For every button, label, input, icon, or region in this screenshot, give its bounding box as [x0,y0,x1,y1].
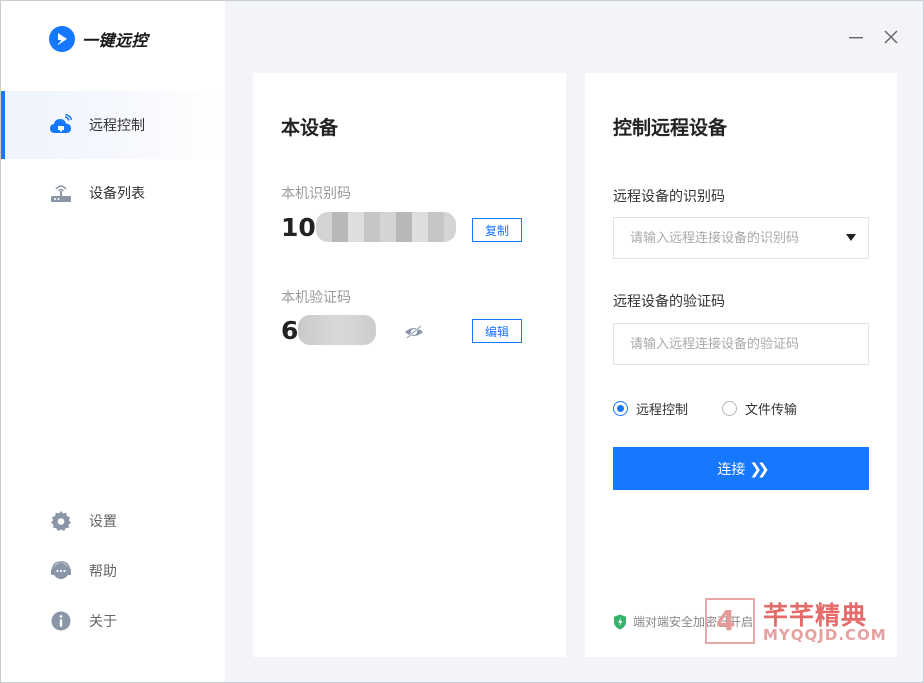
watermark-logo-icon: 4 [705,598,755,644]
watermark-subtitle: MYQQJD.COM [763,626,887,644]
sidebar-item-label: 关于 [89,614,117,630]
radio-label: 远程控制 [636,403,689,418]
app-logo: 一键远控 [49,25,148,53]
sidebar-item-label: 设置 [89,514,117,530]
sidebar-item-about[interactable]: 关于 [49,609,117,633]
cloud-remote-icon [49,113,73,137]
remote-control-card: 控制远程设备 远程设备的识别码 远程设备的验证码 远程控制 文件传输 连接 ❯❯ [585,73,897,657]
device-code-visible-digits: 6 [281,315,299,345]
sidebar-item-label: 远程控制 [89,118,145,134]
remote-id-field [613,217,869,259]
sidebar-item-help[interactable]: 帮助 [49,559,117,583]
chevron-down-icon[interactable] [846,234,856,241]
close-button[interactable] [881,27,901,47]
radio-remote-control[interactable]: 远程控制 [613,399,688,418]
radio-file-transfer[interactable]: 文件传输 [722,399,797,418]
radio-unchecked-icon [722,401,738,416]
device-code-value: 6 [281,315,377,345]
router-icon [49,181,73,205]
sidebar-item-label: 帮助 [89,564,117,580]
eye-off-icon [405,325,423,339]
minimize-icon [849,37,863,39]
device-code-masked [298,315,377,345]
remote-code-input[interactable] [630,336,830,352]
app-name: 一键远控 [82,31,149,50]
gear-icon [49,509,73,533]
radio-label: 文件传输 [745,403,798,418]
minimize-button[interactable] [846,27,866,47]
watermark: 4 芊芊精典 MYQQJD.COM [705,596,891,648]
shield-icon [614,614,626,629]
connect-label: 连接 [717,461,746,478]
sidebar-item-label: 设备列表 [89,186,145,202]
remote-code-field [613,323,869,365]
sidebar: 一键远控 远程控制 设备列表 设置 帮助 关于 [1,1,225,682]
sidebar-item-remote-control[interactable]: 远程控制 [1,91,225,159]
sidebar-item-device-list[interactable]: 设备列表 [1,159,225,227]
device-id-value: 10 [281,212,456,242]
remote-id-label: 远程设备的识别码 [613,189,725,205]
close-icon [884,30,898,44]
copy-button[interactable]: 复制 [472,218,522,242]
this-device-title: 本设备 [281,117,339,139]
info-icon [49,609,73,633]
help-headset-icon [49,559,73,583]
this-device-card: 本设备 本机识别码 10 复制 本机验证码 6 编辑 [253,73,566,657]
logo-icon [49,26,75,52]
device-id-label: 本机识别码 [281,186,351,202]
device-id-masked [315,212,456,242]
toggle-visibility-button[interactable] [403,321,425,343]
double-chevron-right-icon: ❯❯ [749,459,769,478]
device-code-label: 本机验证码 [281,290,351,306]
sidebar-item-settings[interactable]: 设置 [49,509,117,533]
radio-checked-icon [613,401,628,416]
device-id-visible-digits: 10 [281,212,316,242]
connect-button[interactable]: 连接 ❯❯ [613,447,869,490]
edit-button[interactable]: 编辑 [472,319,522,343]
app-window: 一键远控 远程控制 设备列表 设置 帮助 关于 本设备 本机识别码 10 复制 … [0,0,924,683]
remote-code-label: 远程设备的验证码 [613,294,725,310]
remote-id-input[interactable] [630,230,830,246]
connection-mode-group: 远程控制 文件传输 [613,399,831,418]
remote-control-title: 控制远程设备 [613,117,728,139]
